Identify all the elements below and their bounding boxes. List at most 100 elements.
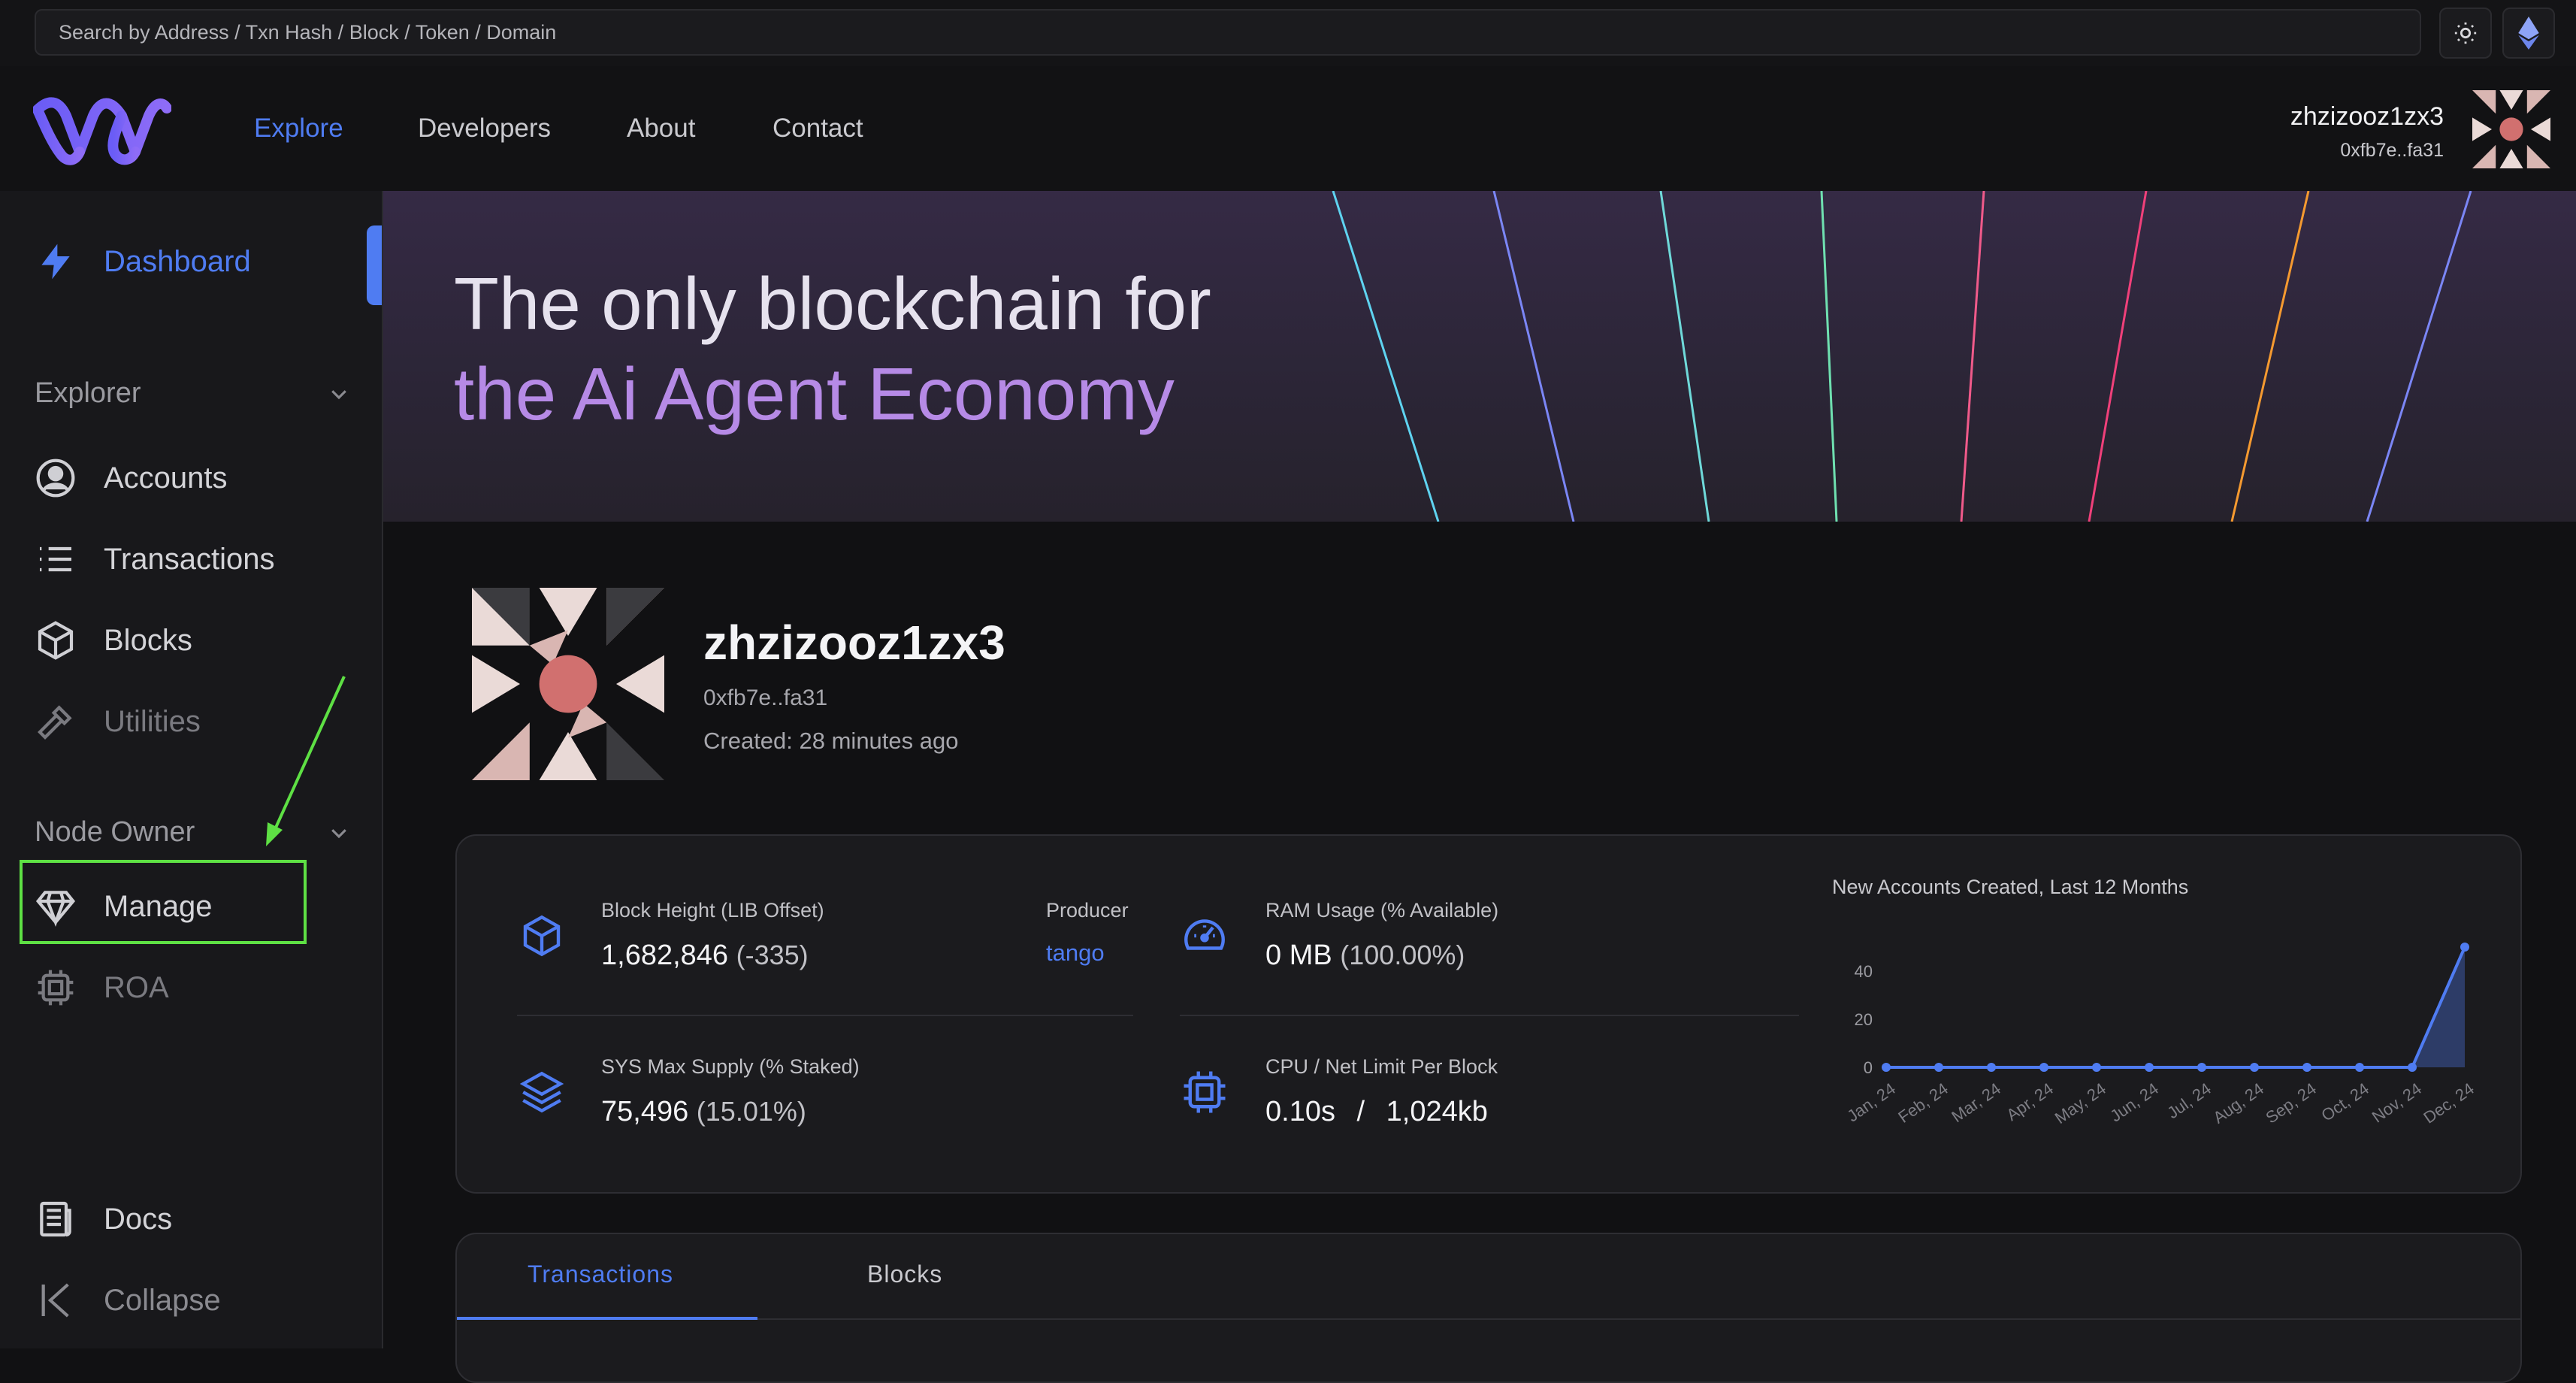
cpu-limit: 0.10s (1265, 1096, 1335, 1127)
data-point (1934, 1063, 1943, 1072)
data-point (1882, 1063, 1891, 1072)
ram-usage-value: 0 MB (100.00%) (1265, 940, 1465, 972)
highlight-box (20, 860, 307, 944)
sys-supply-value: 75,496 (15.01%) (601, 1096, 806, 1128)
cpu-net-separator: / (1356, 1096, 1365, 1127)
gauge-icon (1184, 919, 1225, 950)
active-tab-indicator (457, 1317, 757, 1320)
block-height-value: 1,682,846 (-335) (601, 940, 809, 972)
tab-blocks[interactable]: Blocks (867, 1260, 942, 1288)
list-icon (40, 546, 71, 572)
active-indicator (367, 225, 382, 305)
y-tick-label: 20 (1855, 1010, 1873, 1029)
tab-transactions[interactable]: Transactions (528, 1260, 673, 1288)
divider (1180, 1015, 1799, 1016)
nav-about[interactable]: About (627, 113, 695, 144)
sidebar-item-dashboard[interactable]: Dashboard (35, 241, 251, 283)
sidebar-item-label: Blocks (104, 623, 192, 657)
data-point (2355, 1063, 2364, 1072)
annotation-arrow (266, 676, 346, 846)
cube-icon (38, 621, 74, 660)
x-tick-label: Jul, 24 (2163, 1079, 2214, 1123)
lightning-icon (41, 244, 70, 280)
x-tick-label: Apr, 24 (2003, 1079, 2056, 1124)
chip-icon (1184, 1071, 1226, 1113)
hero-title: The only blockchain for the Ai Agent Eco… (454, 259, 1211, 439)
sidebar-item-label: Dashboard (104, 244, 251, 278)
x-tick-label: Jan, 24 (1843, 1079, 1898, 1126)
chart-title: New Accounts Created, Last 12 Months (1832, 876, 2189, 898)
header-user-name[interactable]: zhzizooz1zx3 (2290, 102, 2444, 132)
tabs-divider (757, 1318, 2520, 1320)
sys-staked: (15.01%) (696, 1096, 806, 1127)
y-tick-label: 40 (1855, 962, 1873, 981)
lib-offset: (-335) (736, 940, 809, 970)
x-tick-label: Sep, 24 (2262, 1079, 2319, 1127)
data-point (2408, 1063, 2417, 1072)
user-circle-icon (36, 458, 75, 498)
hero-banner: The only blockchain for the Ai Agent Eco… (383, 191, 2576, 522)
sidebar-item-label: Transactions (104, 542, 275, 576)
x-tick-label: Mar, 24 (1948, 1079, 2003, 1127)
data-point (2250, 1063, 2259, 1072)
header-user-address: 0xfb7e..fa31 (2340, 140, 2444, 161)
collapse-icon (41, 1283, 69, 1318)
sys-supply-label: SYS Max Supply (% Staked) (601, 1055, 860, 1078)
profile-avatar (472, 588, 664, 780)
hero-line-2: the Ai Agent Economy (454, 353, 1175, 435)
layers-icon (519, 1071, 564, 1113)
network-button[interactable] (2502, 8, 2555, 59)
new-accounts-chart: 0 20 40 Jan, 24Feb, 24Mar, 24Apr, 24May, 24… (1843, 943, 2478, 1127)
block-height-number: 1,682,846 (601, 940, 729, 971)
sidebar-item-roa[interactable]: ROA (35, 967, 169, 1009)
data-point (2039, 1063, 2048, 1072)
data-point (2460, 943, 2469, 952)
ram-usage-number: 0 MB (1265, 940, 1332, 971)
cpu-net-label: CPU / Net Limit Per Block (1265, 1055, 1498, 1078)
profile-name: zhzizooz1zx3 (703, 616, 1005, 670)
sidebar-item-utilities[interactable]: Utilities (35, 701, 201, 743)
producer-label: Producer (1046, 899, 1129, 921)
profile-created: Created: 28 minutes ago (703, 728, 959, 754)
profile-address[interactable]: 0xfb7e..fa31 (703, 685, 827, 711)
sidebar-item-collapse[interactable]: Collapse (35, 1279, 221, 1321)
chip-icon (38, 970, 74, 1006)
ram-available: (100.00%) (1340, 940, 1465, 970)
hero-line-1: The only blockchain for (454, 262, 1211, 345)
data-point (2145, 1063, 2154, 1072)
logo-icon[interactable] (33, 93, 171, 165)
nav-developers[interactable]: Developers (418, 113, 551, 144)
x-tick-label: May, 24 (2051, 1079, 2109, 1127)
cpu-net-value: 0.10s / 1,024kb (1265, 1096, 1488, 1128)
tabs-card (455, 1233, 2522, 1383)
nav-explore[interactable]: Explore (254, 113, 343, 144)
x-tick-label: Oct, 24 (2317, 1079, 2372, 1125)
search-input[interactable] (35, 9, 2421, 56)
theme-toggle-button[interactable] (2439, 8, 2492, 59)
search-bar (0, 0, 2576, 66)
sidebar-item-transactions[interactable]: Transactions (35, 538, 275, 580)
sidebar-item-label: ROA (104, 970, 169, 1004)
data-point (1987, 1063, 1996, 1072)
newspaper-icon (40, 1201, 71, 1237)
data-point (2197, 1063, 2206, 1072)
sidebar-item-blocks[interactable]: Blocks (35, 619, 192, 661)
divider (517, 1015, 1133, 1016)
data-point (2302, 1063, 2311, 1072)
net-limit: 1,024kb (1386, 1096, 1488, 1127)
avatar[interactable] (2472, 90, 2550, 168)
section-label: Node Owner (35, 816, 195, 848)
producer-link[interactable]: tango (1046, 940, 1105, 967)
series-line (1886, 946, 2466, 1069)
series-area (1886, 947, 2465, 1067)
section-label: Explorer (35, 377, 141, 409)
sidebar-item-docs[interactable]: Docs (35, 1198, 172, 1240)
sidebar-item-accounts[interactable]: Accounts (35, 457, 228, 499)
ram-usage-label: RAM Usage (% Available) (1265, 899, 1499, 921)
sidebar-section-explorer[interactable]: Explorer (35, 377, 350, 410)
nav-contact[interactable]: Contact (772, 113, 863, 144)
x-tick-label: Dec, 24 (2420, 1079, 2477, 1127)
data-point (2092, 1063, 2101, 1072)
ethereum-icon (2518, 17, 2539, 50)
x-tick-label: Nov, 24 (2369, 1079, 2425, 1127)
